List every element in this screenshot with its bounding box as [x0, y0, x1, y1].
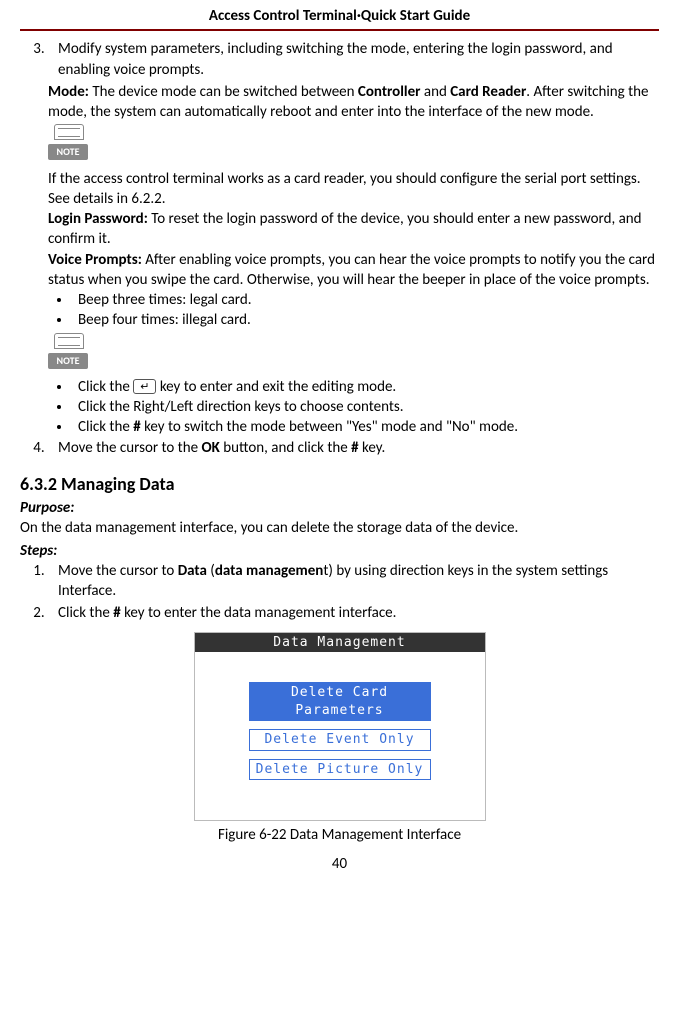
note2b: Click the Right/Left direction keys to c…: [72, 397, 659, 417]
note-icon: NOTE: [48, 333, 88, 369]
login-line: Login Password: To reset the login passw…: [48, 209, 659, 250]
s2-pre: Click the: [58, 604, 113, 622]
screenshot-title: Data Management: [195, 633, 485, 653]
note2c-pre: Click the: [78, 418, 133, 436]
note-label: NOTE: [48, 353, 88, 369]
beep-list: Beep three times: legal card. Beep four …: [20, 290, 659, 331]
beep-1: Beep three times: legal card.: [72, 290, 659, 310]
note2-list: Click the ↵ key to enter and exit the ed…: [20, 377, 659, 438]
mode-b2: Card Reader: [450, 83, 526, 101]
sec-steps: Move the cursor to Data (data management…: [20, 561, 659, 624]
mode-label: Mode:: [48, 83, 89, 101]
section-title: 6.3.2 Managing Data: [20, 472, 659, 496]
s1-pre: Move the cursor to: [58, 562, 178, 580]
steps-label: Steps:: [20, 541, 659, 561]
delete-card-parameters-button[interactable]: Delete Card Parameters: [249, 682, 431, 721]
s2-post: key to enter the data management interfa…: [121, 604, 397, 622]
s4-ok: OK: [201, 439, 219, 457]
purpose-text: On the data management interface, you ca…: [20, 518, 659, 538]
s4-hash: #: [351, 439, 358, 457]
enter-key-icon: ↵: [133, 379, 156, 394]
caption-post: Data Management Interface: [287, 826, 462, 844]
step3-text: Modify system parameters, including swit…: [58, 40, 613, 78]
beep-2: Beep four times: illegal card.: [72, 310, 659, 330]
step-3: Modify system parameters, including swit…: [48, 39, 659, 80]
note2-wrap: NOTE: [48, 331, 659, 377]
purpose-label: Purpose:: [20, 498, 659, 518]
note2a: Click the ↵ key to enter and exit the ed…: [72, 377, 659, 397]
sec-step-1: Move the cursor to Data (data management…: [48, 561, 659, 602]
mode-t1: The device mode can be switched between: [89, 83, 358, 101]
note2a-pre: Click the: [78, 378, 133, 396]
mode-b1: Controller: [358, 83, 421, 101]
mode-line: Mode: The device mode can be switched be…: [48, 82, 659, 123]
note1-text: If the access control terminal works as …: [48, 169, 659, 210]
s2-hash: #: [113, 604, 120, 622]
page-header: Access Control Terminal·Quick Start Guid…: [20, 6, 659, 31]
note2c-hash: #: [133, 418, 140, 436]
note2c: Click the # key to switch the mode betwe…: [72, 417, 659, 437]
figure-caption: Figure 6-22 Data Management Interface: [20, 825, 659, 845]
mode-mid: and: [421, 83, 451, 101]
s1-b2: data managemen: [215, 562, 324, 580]
s4-mid: button, and click the: [220, 439, 351, 457]
ui-screenshot: Data Management Delete Card Parameters D…: [194, 632, 486, 822]
note2c-post: key to switch the mode between "Yes" mod…: [141, 418, 518, 436]
sec-step-2: Click the # key to enter the data manage…: [48, 603, 659, 623]
note-icon: NOTE: [48, 124, 88, 160]
page-number: 40: [20, 854, 659, 874]
screenshot-body: Delete Card Parameters Delete Event Only…: [195, 652, 485, 820]
s4-post: key.: [359, 439, 386, 457]
step3-details: Mode: The device mode can be switched be…: [48, 82, 659, 290]
s4-pre: Move the cursor to the: [58, 439, 201, 457]
note2a-post: key to enter and exit the editing mode.: [156, 378, 396, 396]
s1-b1: Data: [178, 562, 207, 580]
step-list-4: Move the cursor to the OK button, and cl…: [20, 438, 659, 458]
vp-label: Voice Prompts:: [48, 251, 142, 269]
s1-mid1: (: [207, 562, 215, 580]
note-label: NOTE: [48, 144, 88, 160]
step-list: Modify system parameters, including swit…: [20, 39, 659, 80]
delete-picture-only-button[interactable]: Delete Picture Only: [249, 759, 431, 781]
vp-line: Voice Prompts: After enabling voice prom…: [48, 250, 659, 291]
caption-pre: Figure 6-22: [218, 826, 287, 844]
step-4: Move the cursor to the OK button, and cl…: [48, 438, 659, 458]
delete-event-only-button[interactable]: Delete Event Only: [249, 729, 431, 751]
login-label: Login Password:: [48, 210, 148, 228]
